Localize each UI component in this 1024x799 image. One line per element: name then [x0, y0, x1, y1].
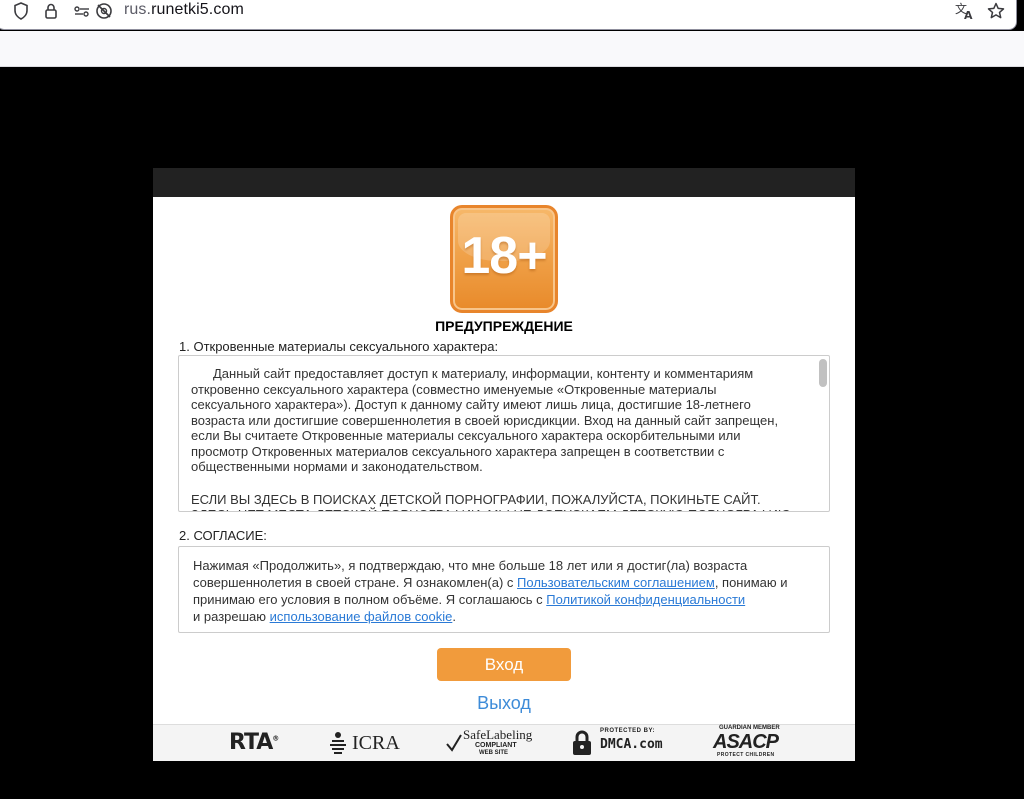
translate-icon[interactable]: 文A	[954, 1, 974, 22]
enter-button[interactable]: Вход	[437, 648, 571, 681]
icra-text: ICRA	[352, 731, 400, 754]
safelabeling-title: SafeLabeling	[463, 727, 533, 742]
age-warning-modal: 18+ ПРЕДУПРЕЖДЕНИЕ 1. Откровенные матери…	[153, 168, 855, 761]
safelabeling-website: WEB SITE	[479, 750, 509, 756]
permissions-icon[interactable]	[72, 1, 92, 21]
cookies-link[interactable]: использование файлов cookie	[270, 609, 453, 624]
padlock-icon	[573, 730, 591, 755]
dmca-logo[interactable]: PROTECTED BY: DMCA.com	[571, 728, 681, 758]
consent-text-d: .	[452, 609, 456, 624]
child-porn-warning: ЕСЛИ ВЫ ЗДЕСЬ В ПОИСКАХ ДЕТСКОЙ ПОРНОГРА…	[191, 491, 791, 512]
icra-logo[interactable]: ICRA	[328, 731, 400, 755]
svg-text:A: A	[964, 9, 973, 21]
section1-title: 1. Откровенные материалы сексуального ха…	[179, 339, 499, 354]
url-host: runetki5.com	[151, 1, 244, 18]
tracking-blocked-icon[interactable]	[94, 1, 114, 21]
rta-logo[interactable]: RTA®	[229, 730, 279, 755]
textbox-scrollbar[interactable]	[819, 359, 827, 509]
rta-registered-mark: ®	[272, 734, 279, 743]
url-prefix: rus.	[124, 1, 152, 18]
age-18-badge: 18+	[450, 205, 558, 313]
bookmark-star-icon[interactable]	[986, 1, 1006, 21]
trust-logos-footer: RTA® ICRA SafeLabeling COMPLIANT WEB SIT…	[153, 724, 855, 761]
consent-box: Нажимая «Продолжить», я подтверждаю, что…	[178, 546, 830, 633]
warning-title: ПРЕДУПРЕЖДЕНИЕ	[435, 318, 573, 334]
terms-link[interactable]: Пользовательским соглашением	[517, 575, 715, 590]
privacy-link[interactable]: Политикой конфиденциальности	[546, 592, 745, 607]
explicit-content-textbox[interactable]: Данный сайт предоставляет доступ к матер…	[178, 355, 830, 512]
dmca-text: DMCA.com	[600, 737, 663, 752]
shield-icon[interactable]	[11, 1, 31, 21]
toolbar-strip	[0, 31, 1024, 67]
url-bar[interactable]: rus.runetki5.com 文A	[0, 0, 1017, 30]
exit-link[interactable]: Выход	[153, 693, 855, 714]
asacp-text: ASACP	[713, 731, 779, 753]
scrollbar-thumb[interactable]	[819, 359, 827, 387]
safelabeling-compliant: COMPLIANT	[475, 742, 517, 749]
modal-header-bar	[153, 168, 855, 197]
badge-text: 18+	[461, 227, 547, 285]
dmca-protected-by: PROTECTED BY:	[600, 728, 656, 734]
url-text[interactable]: rus.runetki5.com	[124, 1, 244, 19]
asacp-logo[interactable]: GUARDIAN MEMBER ASACP PROTECT CHILDREN	[713, 725, 783, 761]
checkmark-icon	[446, 734, 462, 752]
lock-icon[interactable]	[41, 1, 61, 21]
explicit-content-paragraph: Данный сайт предоставляет доступ к матер…	[191, 366, 779, 474]
section2-title: 2. СОГЛАСИЕ:	[179, 528, 267, 543]
rta-text: RTA	[229, 730, 273, 755]
consent-text-c: и разрешаю	[193, 609, 270, 624]
asacp-protect-children: PROTECT CHILDREN	[717, 752, 775, 758]
safelabeling-logo[interactable]: SafeLabeling COMPLIANT WEB SITE	[445, 727, 545, 759]
icra-figure-icon	[330, 732, 346, 754]
